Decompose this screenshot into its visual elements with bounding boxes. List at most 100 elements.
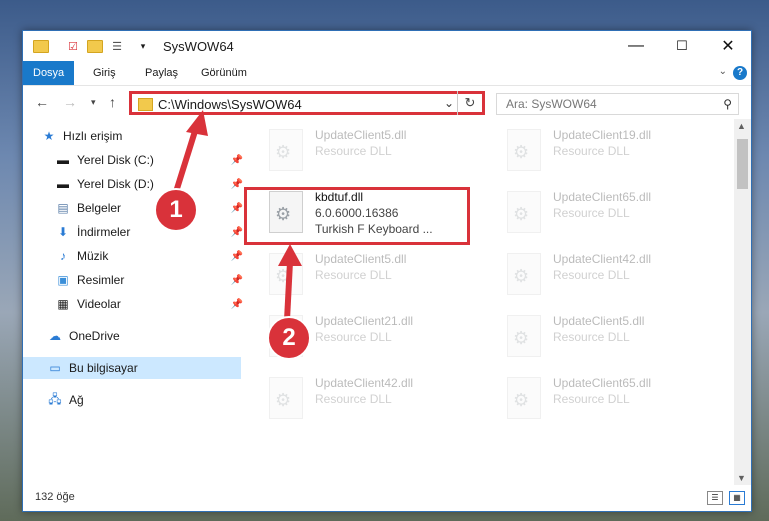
dll-file-icon	[507, 377, 541, 419]
dll-file-icon	[269, 129, 303, 171]
sidebar-item-documents[interactable]: ▤ Belgeler 📌	[23, 197, 249, 219]
search-icon[interactable]: ⚲	[723, 97, 732, 111]
sidebar-item-label: Yerel Disk (D:)	[77, 177, 154, 191]
pictures-icon: ▣	[57, 273, 69, 287]
dll-file-icon	[507, 253, 541, 295]
folder-icon[interactable]	[33, 38, 49, 54]
address-path[interactable]: C:\Windows\SysWOW64	[158, 97, 302, 112]
file-list: UpdateClient5.dll Resource DLL kbdtuf.dl…	[229, 125, 735, 485]
file-type: Resource DLL	[553, 392, 630, 406]
file-type: Resource DLL	[315, 392, 392, 406]
large-icons-view-icon[interactable]: ▦	[729, 491, 745, 505]
file-type: Resource DLL	[315, 144, 392, 158]
sidebar-item-label: Hızlı erişim	[63, 129, 123, 143]
folder-icon	[138, 98, 153, 111]
file-item[interactable]: UpdateClient5.dll Resource DLL	[503, 311, 723, 367]
dll-file-icon	[507, 315, 541, 357]
tab-share[interactable]: Paylaş	[135, 61, 188, 85]
file-name: UpdateClient65.dll	[553, 190, 652, 204]
search-input[interactable]: Ara: SysWOW64 ⚲	[496, 93, 739, 115]
scroll-up-icon[interactable]: ▲	[737, 121, 746, 131]
tab-file[interactable]: Dosya	[23, 61, 75, 85]
file-type: Resource DLL	[553, 268, 630, 282]
ribbon: Dosya Giriş Paylaş Görünüm ⌄ ?	[23, 61, 751, 86]
cloud-icon: ☁	[49, 329, 61, 343]
file-name: UpdateClient19.dll	[553, 128, 652, 142]
properties-icon[interactable]: ☑	[65, 38, 81, 54]
explorer-window: ☑ ☰ ▾ SysWOW64 — ☐ ✕ Dosya Giriş Paylaş …	[22, 30, 752, 512]
file-type: Resource DLL	[553, 206, 630, 220]
tab-view[interactable]: Görünüm	[191, 61, 257, 85]
details-view-icon[interactable]: ☰	[707, 491, 723, 505]
file-type: Resource DLL	[553, 330, 630, 344]
file-name: UpdateClient42.dll	[315, 376, 414, 390]
music-icon: ♪	[60, 249, 66, 263]
sidebar-item-music[interactable]: ♪ Müzik 📌	[23, 245, 249, 267]
chevron-down-icon[interactable]: ⌄	[444, 96, 454, 110]
step-1-badge: 1	[154, 188, 198, 232]
forward-arrow-icon[interactable]: →	[63, 94, 77, 110]
file-name: UpdateClient21.dll	[315, 314, 414, 328]
sidebar-item-local-disk-d[interactable]: ▬ Yerel Disk (D:) 📌	[23, 173, 249, 195]
file-name: UpdateClient5.dll	[315, 128, 407, 142]
new-folder-icon[interactable]	[87, 38, 103, 54]
file-highlight-box	[244, 187, 470, 245]
sidebar-item-label: İndirmeler	[77, 225, 131, 239]
sidebar-item-label: Resimler	[77, 273, 125, 287]
file-name: UpdateClient5.dll	[315, 252, 407, 266]
step-2-badge: 2	[267, 316, 311, 360]
documents-icon: ▤	[57, 201, 69, 215]
file-item[interactable]: UpdateClient65.dll Resource DLL	[503, 187, 723, 243]
file-item[interactable]: UpdateClient42.dll Resource DLL	[265, 373, 485, 429]
up-arrow-icon[interactable]: ↑	[109, 94, 116, 110]
vertical-scrollbar[interactable]: ▲ ▼	[734, 119, 751, 485]
navigation-bar: ← → ▾ ↑ C:\Windows\SysWOW64 ⌄ ↻ Ara: Sys…	[23, 87, 751, 119]
sidebar-item-downloads[interactable]: ⬇ İndirmeler 📌	[23, 221, 249, 243]
drive-icon: ▬	[57, 153, 69, 167]
tab-home[interactable]: Giriş	[83, 61, 126, 85]
maximize-button[interactable]: ☐	[659, 31, 705, 61]
recent-locations-icon[interactable]: ▾	[91, 97, 96, 108]
sidebar-item-pictures[interactable]: ▣ Resimler 📌	[23, 269, 249, 291]
sidebar-item-this-pc[interactable]: ▭ Bu bilgisayar	[23, 357, 241, 379]
customize-toolbar-icon[interactable]: ▾	[135, 38, 151, 54]
file-name: UpdateClient5.dll	[553, 314, 645, 328]
expand-ribbon-icon[interactable]: ⌄	[719, 66, 727, 77]
dll-file-icon	[507, 191, 541, 233]
file-name: UpdateClient42.dll	[553, 252, 652, 266]
sidebar-item-quick-access[interactable]: ★ Hızlı erişim	[23, 125, 235, 147]
window-title: SysWOW64	[163, 39, 234, 54]
sidebar-item-network[interactable]: 🖧 Ağ	[23, 389, 241, 411]
dll-file-icon	[507, 129, 541, 171]
sidebar-item-videos[interactable]: ▦ Videolar 📌	[23, 293, 249, 315]
help-icon[interactable]: ?	[733, 66, 747, 80]
drive-icon: ▬	[57, 177, 69, 191]
file-item[interactable]: UpdateClient42.dll Resource DLL	[503, 249, 723, 305]
address-bar[interactable]: C:\Windows\SysWOW64 ⌄ ↻	[129, 91, 485, 115]
scrollbar-thumb[interactable]	[737, 139, 748, 189]
sidebar-item-local-disk-c[interactable]: ▬ Yerel Disk (C:) 📌	[23, 149, 249, 171]
file-item[interactable]: UpdateClient19.dll Resource DLL	[503, 125, 723, 181]
scroll-down-icon[interactable]: ▼	[737, 473, 746, 483]
file-item[interactable]: UpdateClient65.dll Resource DLL	[503, 373, 723, 429]
file-type: Resource DLL	[315, 330, 392, 344]
title-bar: ☑ ☰ ▾ SysWOW64 — ☐ ✕	[23, 31, 751, 61]
file-item[interactable]: UpdateClient5.dll Resource DLL	[265, 249, 485, 305]
file-type: Resource DLL	[315, 268, 392, 282]
file-type: Resource DLL	[553, 144, 630, 158]
close-button[interactable]: ✕	[705, 31, 751, 61]
minimize-button[interactable]: —	[613, 31, 659, 61]
search-placeholder: Ara: SysWOW64	[506, 97, 597, 111]
item-count: 132 öğe	[35, 491, 75, 503]
file-name: UpdateClient65.dll	[553, 376, 652, 390]
computer-icon: ▭	[49, 361, 61, 375]
back-arrow-icon[interactable]: ←	[35, 94, 49, 110]
file-item[interactable]: UpdateClient5.dll Resource DLL	[265, 125, 485, 181]
refresh-icon[interactable]: ↻	[457, 91, 482, 115]
dll-file-icon	[269, 253, 303, 295]
view-menu-icon[interactable]: ☰	[109, 38, 125, 54]
star-icon: ★	[43, 129, 55, 143]
sidebar-item-onedrive[interactable]: ☁ OneDrive	[23, 325, 241, 347]
sidebar-item-label: OneDrive	[69, 329, 120, 343]
download-icon: ⬇	[57, 225, 69, 239]
